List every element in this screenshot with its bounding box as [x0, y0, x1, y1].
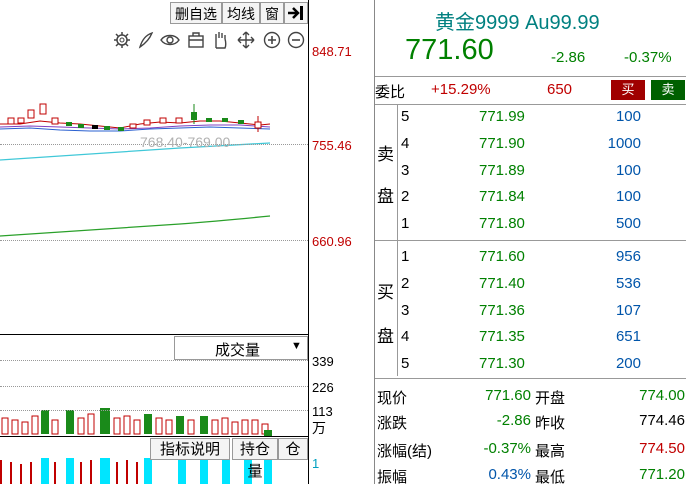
volume-tick-3: 113: [312, 404, 333, 419]
divider: [0, 436, 308, 437]
price-tick-mid: 755.46: [312, 138, 352, 153]
ma-line-green: [0, 215, 271, 237]
change-pct-label: 涨幅(结): [377, 443, 432, 460]
tab-position-diff[interactable]: 仓差: [278, 438, 308, 460]
tab-open-interest[interactable]: 持仓量: [232, 438, 278, 480]
volume-tick-2: 226: [312, 380, 334, 395]
price-tick-low: 660.96: [312, 234, 352, 249]
current-price-label: 现价: [377, 390, 408, 407]
quote-panel: 黄金9999 Au99.99 771.60 -2.86 -0.37% 委比 +1…: [375, 0, 686, 486]
bid-side-label-2: 盘: [377, 327, 394, 346]
high-label: 最高: [535, 443, 566, 460]
change-pct-value: -0.37%: [483, 440, 531, 457]
ask-side-label-2: 盘: [377, 187, 394, 206]
oi-tick: 1: [312, 456, 320, 471]
amplitude-value: 0.43%: [488, 466, 531, 483]
candlesticks: [0, 103, 271, 132]
change-value: -2.86: [496, 412, 531, 429]
gridline: [0, 240, 308, 241]
volume-bars: [1, 408, 272, 436]
chart-canvas: [0, 103, 272, 484]
weibi-value: +15.29%: [431, 81, 491, 98]
sell-button[interactable]: 卖: [651, 80, 685, 100]
chevron-down-icon: ▼: [291, 340, 302, 352]
prev-close-value: 774.46: [639, 412, 685, 429]
kline-chart[interactable]: 删自选 均线 窗 768.40-769.00 成交量 ▼ 指标说明 持仓量 仓: [0, 0, 308, 484]
price-tick-high: 848.71: [312, 44, 352, 59]
last-price: 771.60: [405, 34, 494, 66]
open-value: 774.00: [639, 387, 685, 404]
volume-tick-1: 339: [312, 354, 334, 369]
prev-close-label: 昨收: [535, 415, 566, 432]
open-interest-bars: [0, 456, 272, 484]
price-change: -2.86: [551, 49, 586, 66]
weibi-label: 委比: [375, 84, 406, 101]
price-change-pct: -0.37%: [624, 49, 672, 66]
buy-button[interactable]: 买: [611, 80, 645, 100]
gridline: [0, 386, 308, 387]
low-value: 771.20: [639, 466, 685, 483]
indicator-help-button[interactable]: 指标说明: [150, 438, 230, 460]
volume-selector-label: 成交量: [215, 342, 261, 359]
axis-divider: [308, 0, 309, 484]
gridline: [0, 410, 308, 411]
ask-side-label-1: 卖: [377, 145, 394, 164]
high-value: 774.50: [639, 440, 685, 457]
current-price-value: 771.60: [485, 387, 531, 404]
weicha-value: 650: [547, 81, 573, 98]
divider: [0, 334, 308, 335]
bid-side-label-1: 买: [377, 283, 394, 302]
volume-selector[interactable]: 成交量 ▼: [174, 336, 308, 360]
price-line-label: 768.40-769.00: [140, 134, 231, 150]
open-label: 开盘: [535, 390, 566, 407]
instrument-name: 黄金9999 Au99.99: [435, 12, 600, 34]
change-label: 涨跌: [377, 415, 408, 432]
gridline: [0, 360, 308, 361]
volume-unit: 万: [312, 420, 326, 436]
